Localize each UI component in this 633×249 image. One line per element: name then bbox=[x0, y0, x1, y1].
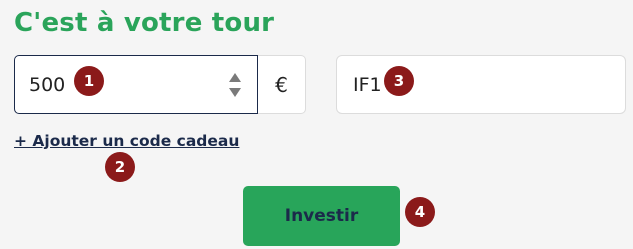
decrement-arrow-icon[interactable] bbox=[229, 88, 241, 97]
annotation-marker-2: 2 bbox=[105, 152, 135, 182]
code-input[interactable] bbox=[353, 72, 553, 98]
annotation-marker-4: 4 bbox=[405, 197, 435, 227]
amount-stepper[interactable] bbox=[228, 71, 242, 99]
amount-field[interactable] bbox=[14, 55, 258, 114]
annotation-marker-1: 1 bbox=[74, 66, 104, 96]
code-field[interactable] bbox=[336, 55, 626, 114]
currency-addon: € bbox=[258, 55, 306, 114]
annotation-marker-3: 3 bbox=[384, 66, 414, 96]
invest-button[interactable]: Investir bbox=[243, 186, 400, 246]
currency-symbol: € bbox=[275, 72, 288, 97]
add-gift-code-link[interactable]: + Ajouter un code cadeau bbox=[14, 132, 239, 150]
page-title: C'est à votre tour bbox=[14, 8, 275, 38]
amount-input[interactable] bbox=[29, 72, 179, 98]
increment-arrow-icon[interactable] bbox=[229, 73, 241, 82]
